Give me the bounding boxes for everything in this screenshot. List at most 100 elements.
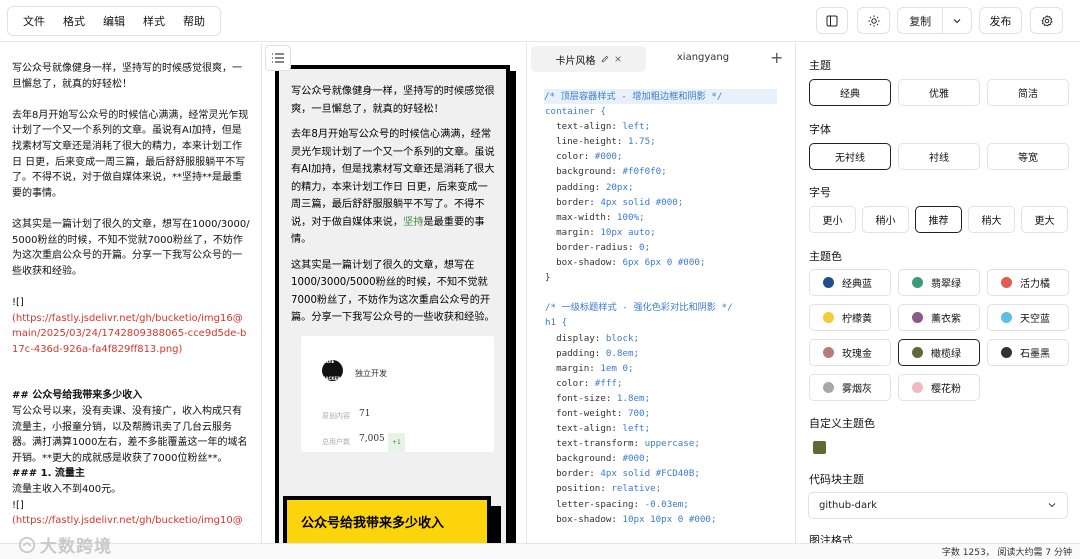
color-dot-icon	[912, 382, 923, 393]
panel-icon	[826, 15, 838, 26]
chevron-down-icon	[1048, 503, 1056, 508]
code-property: display:	[545, 332, 606, 344]
color-option[interactable]: 雾烟灰	[809, 374, 891, 401]
code-line: container {	[545, 106, 606, 118]
stat-value: 71	[359, 408, 371, 419]
color-label: 主题色	[809, 250, 842, 263]
color-option[interactable]: 活力橘	[987, 269, 1069, 296]
code-value: 1.75;	[627, 136, 656, 148]
font-option[interactable]: 无衬线	[809, 143, 891, 170]
color-option[interactable]: 玫瑰金	[809, 339, 891, 366]
sun-icon	[868, 15, 879, 26]
font-option[interactable]: 等宽	[987, 143, 1069, 170]
close-icon[interactable]	[614, 55, 622, 63]
code-line: /* 顶层容器样式 - 增加粗边框和阴影 */	[544, 89, 777, 105]
size-option[interactable]: 更小	[809, 206, 856, 233]
color-name: 樱花粉	[931, 384, 961, 395]
code-line: font-weight: 700;	[545, 406, 777, 421]
code-line: text-transform: uppercase;	[545, 436, 777, 451]
color-dot-icon	[912, 347, 923, 358]
code-property: margin:	[545, 362, 601, 374]
markdown-editor[interactable]: 写公众号就像健身一样，坚持写的时候感觉很爽，一旦懈怠了，就真的好轻松！ 去年8月开…	[0, 43, 262, 543]
code-line: border: 4px solid #FCD40B;	[545, 466, 777, 481]
code-line: letter-spacing: -0.03em;	[545, 497, 777, 512]
code-line: margin: 1em 0;	[545, 361, 777, 376]
code-value: relative;	[611, 483, 662, 495]
color-option[interactable]: 薰衣紫	[898, 304, 980, 331]
tab-card-style[interactable]: 卡片风格	[531, 46, 646, 72]
edit-icon[interactable]	[601, 55, 609, 63]
code-line: margin: 10px auto;	[545, 225, 777, 240]
css-code[interactable]: /* 顶层容器样式 - 增加粗边框和阴影 */container { text-…	[544, 89, 777, 527]
copy-button[interactable]: 复制	[898, 8, 944, 33]
menu-item[interactable]: 帮助	[174, 13, 214, 29]
color-option[interactable]: 经典蓝	[809, 269, 891, 296]
size-option[interactable]: 稍大	[968, 206, 1015, 233]
tab-label: 卡片风格	[555, 55, 596, 67]
code-value: #000;	[622, 453, 651, 465]
publish-button[interactable]: 发布	[979, 7, 1022, 34]
color-name: 玫瑰金	[842, 349, 872, 360]
color-option[interactable]: 橄榄绿	[898, 339, 980, 366]
account-card[interactable]: INDIE HACKER 独立开发 原创内容 71 总用户数 7,005 +1	[301, 335, 494, 452]
css-tabs: 卡片风格 xiangyang +	[528, 43, 795, 73]
theme-option[interactable]: 简洁	[987, 79, 1069, 106]
code-property: box-shadow:	[545, 257, 623, 269]
code-line: }	[545, 272, 551, 284]
size-option[interactable]: 推荐	[915, 206, 962, 233]
menu-item[interactable]: 编辑	[94, 13, 134, 29]
code-value: 4px solid #000;	[600, 196, 684, 208]
copy-dropdown-button[interactable]	[943, 8, 971, 33]
color-option[interactable]: 翡翠绿	[898, 269, 980, 296]
stat-label: 原创内容	[322, 411, 350, 420]
custom-color-swatch[interactable]	[813, 441, 826, 454]
editor-line: 写公众号就像健身一样，坚持写的时候感觉很爽，一旦懈怠了，就真的好轻松！	[12, 63, 242, 90]
theme-option[interactable]: 优雅	[898, 79, 980, 106]
toc-button[interactable]	[265, 45, 291, 71]
code-property: font-size:	[545, 392, 617, 404]
settings-button[interactable]	[1030, 7, 1063, 34]
color-name: 雾烟灰	[842, 384, 872, 395]
word-count: 字数 1253， 阅读大约需 7 分钟	[941, 548, 1072, 558]
color-option[interactable]: 天空蓝	[987, 304, 1069, 331]
color-name: 经典蓝	[842, 279, 872, 290]
toggle-panel-button[interactable]	[816, 7, 848, 34]
code-line: border-radius: 0;	[545, 240, 777, 255]
code-line: color: #fff;	[545, 376, 777, 391]
code-property: line-height:	[545, 136, 628, 148]
code-property: color:	[545, 377, 595, 389]
code-value: uppercase;	[644, 438, 700, 450]
color-dot-icon	[823, 382, 834, 393]
menu-item[interactable]: 格式	[54, 13, 94, 29]
code-line: display: block;	[545, 331, 777, 346]
size-option[interactable]: 更大	[1021, 206, 1068, 233]
codeblock-select[interactable]: github-dark	[808, 492, 1068, 519]
code-line: max-width: 100%;	[545, 210, 777, 225]
tab-xiangyang[interactable]: xiangyang	[658, 52, 748, 63]
color-option[interactable]: 柠檬黄	[809, 304, 891, 331]
code-value: 0.8em;	[605, 347, 640, 359]
color-option[interactable]: 樱花粉	[898, 374, 980, 401]
code-property: text-align:	[545, 423, 623, 435]
theme-option[interactable]: 经典	[809, 79, 891, 106]
menu-bar: 文件 格式 编辑 样式 帮助	[7, 6, 221, 36]
codeblock-label: 代码块主题	[809, 473, 864, 486]
font-option[interactable]: 衬线	[898, 143, 980, 170]
code-line: text-align: left;	[545, 421, 777, 436]
add-tab-icon[interactable]: +	[770, 48, 783, 67]
code-property: padding:	[545, 181, 606, 193]
code-line: font-size: 1.8em;	[545, 391, 777, 406]
editor-line: 写公众号以来，没有卖课、没有接广，收入构成只有流量主，小报童分销，以及帮腾讯卖了…	[12, 406, 248, 464]
menu-item[interactable]: 文件	[14, 13, 54, 29]
code-value: -0.03em;	[644, 498, 689, 510]
copy-split-button: 复制	[897, 7, 972, 34]
size-option[interactable]: 稍小	[862, 206, 909, 233]
custom-color-label: 自定义主题色	[809, 417, 875, 430]
code-property: border:	[545, 196, 601, 208]
theme-toggle-button[interactable]	[857, 7, 890, 34]
stat-value: 7,005	[359, 433, 385, 444]
color-option[interactable]: 石墨黑	[987, 339, 1069, 366]
status-bar: 字数 1253， 阅读大约需 7 分钟	[0, 543, 1080, 559]
menu-item[interactable]: 样式	[134, 13, 174, 29]
theme-label: 主题	[809, 59, 831, 72]
